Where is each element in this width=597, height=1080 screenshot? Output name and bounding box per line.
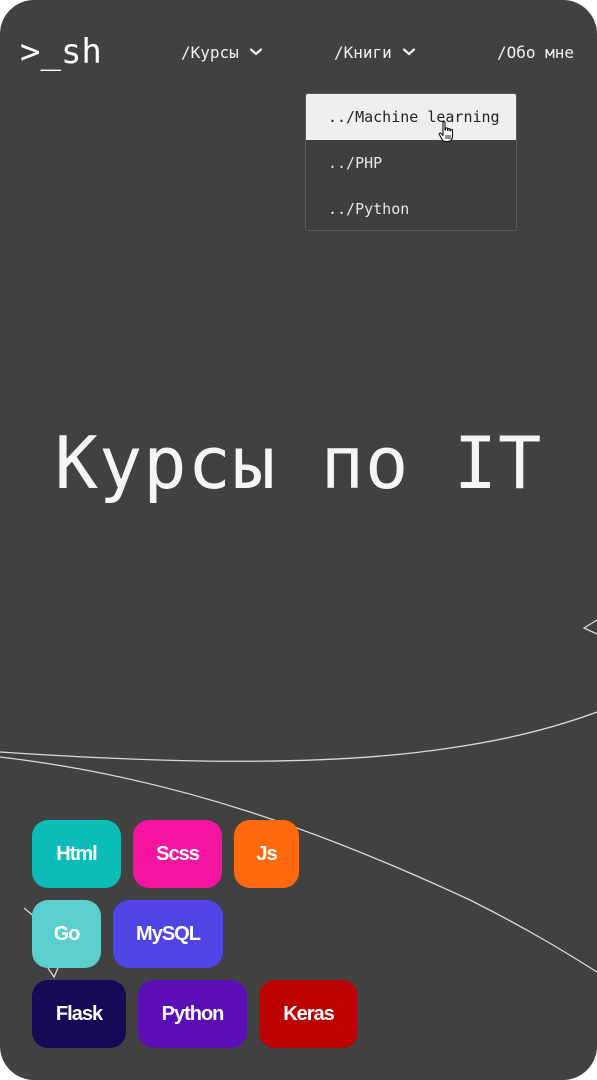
tag-python[interactable]: Python — [138, 980, 247, 1048]
nav-courses-menu[interactable]: /Курсы — [181, 40, 263, 64]
nav-books-label: /Книги — [334, 42, 392, 62]
dropdown-item-php[interactable]: ../PHP — [306, 140, 516, 186]
app-screen: >_sh /Курсы /Книги /Обо мне ../Machine l… — [0, 0, 597, 1080]
nav-about-label: /Обо мне — [497, 42, 575, 62]
books-dropdown-menu: ../Machine learning ../PHP ../Python — [305, 93, 517, 231]
hero-title: Курсы по IT — [54, 421, 543, 505]
chevron-down-icon — [249, 48, 262, 56]
tag-mysql[interactable]: MySQL — [113, 900, 223, 968]
nav-courses-label: /Курсы — [181, 42, 239, 62]
tag-html[interactable]: Html — [32, 820, 121, 888]
nav-books-menu[interactable]: /Книги — [334, 40, 416, 64]
tag-flask[interactable]: Flask — [32, 980, 126, 1048]
nav-about-link[interactable]: /Обо мне — [497, 40, 574, 64]
chevron-down-icon — [402, 48, 415, 56]
tag-keras[interactable]: Keras — [259, 980, 358, 1048]
site-logo[interactable]: >_sh — [20, 32, 102, 72]
dropdown-item-machine-learning[interactable]: ../Machine learning — [306, 94, 516, 140]
tag-scss[interactable]: Scss — [133, 820, 222, 888]
tag-js[interactable]: Js — [234, 820, 299, 888]
dropdown-item-python[interactable]: ../Python — [306, 186, 516, 230]
tag-go[interactable]: Go — [32, 900, 101, 968]
hand-pointer-icon — [438, 121, 454, 143]
